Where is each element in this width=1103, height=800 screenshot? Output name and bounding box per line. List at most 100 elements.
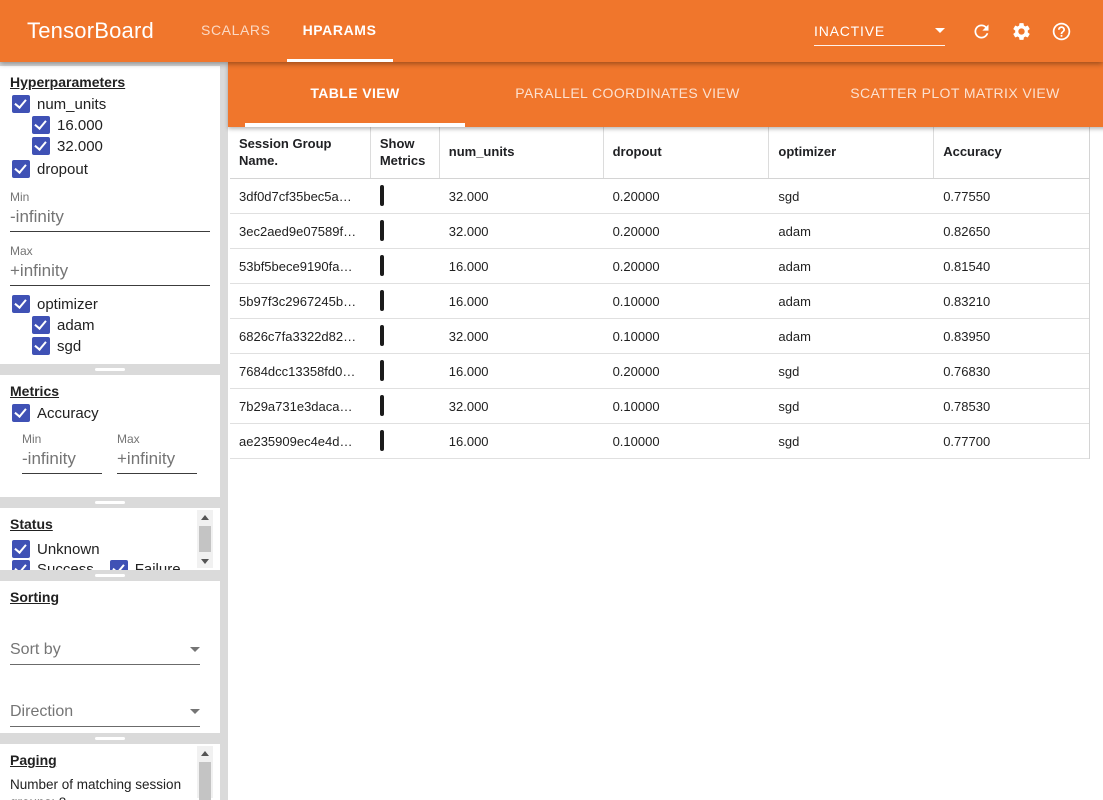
settings-button[interactable] bbox=[1001, 11, 1041, 51]
col-session-group-name[interactable]: Session Group Name. bbox=[230, 127, 371, 178]
col-accuracy[interactable]: Accuracy bbox=[934, 127, 1089, 178]
table-row: 3ec2aed9e07589f… 32.000 0.20000 adam 0.8… bbox=[230, 214, 1089, 249]
scroll-up-icon[interactable] bbox=[197, 510, 213, 524]
col-num-units[interactable]: num_units bbox=[440, 127, 604, 178]
show-metrics-checkbox[interactable] bbox=[380, 395, 384, 416]
status-failure[interactable]: Failure bbox=[98, 560, 181, 570]
scrollbar-track[interactable] bbox=[197, 524, 213, 554]
help-button[interactable] bbox=[1041, 11, 1081, 51]
tab-hparams-label: HPARAMS bbox=[303, 22, 377, 38]
session-group-name: 53bf5bece9190fa… bbox=[230, 259, 371, 274]
option-32-label: 32.000 bbox=[57, 138, 103, 155]
accuracy-max-input[interactable] bbox=[117, 446, 197, 474]
paging-scrollbar[interactable] bbox=[197, 746, 213, 798]
tab-parallel-coordinates-view[interactable]: PARALLEL COORDINATES VIEW bbox=[465, 62, 790, 127]
drag-handle[interactable] bbox=[95, 574, 125, 577]
tab-scalars[interactable]: SCALARS bbox=[185, 0, 287, 62]
show-metrics-checkbox[interactable] bbox=[380, 255, 384, 276]
tab-hparams[interactable]: HPARAMS bbox=[287, 0, 393, 62]
dropout-max-input[interactable] bbox=[10, 258, 210, 286]
session-group-name: 7684dcc13358fd0… bbox=[230, 364, 371, 379]
checkbox-16[interactable] bbox=[32, 116, 50, 134]
hparam-dropout[interactable]: dropout bbox=[0, 160, 220, 178]
accuracy-value: 0.76830 bbox=[934, 364, 1089, 379]
session-groups-table: Session Group Name. Show Metrics num_uni… bbox=[230, 127, 1090, 459]
optimizer-value: sgd bbox=[769, 364, 934, 379]
show-metrics-checkbox[interactable] bbox=[380, 325, 384, 346]
dropout-value: 0.10000 bbox=[604, 434, 770, 449]
hparam-optimizer[interactable]: optimizer bbox=[0, 295, 220, 313]
show-metrics-checkbox[interactable] bbox=[380, 360, 384, 381]
session-groups-table-area: Session Group Name. Show Metrics num_uni… bbox=[228, 127, 1103, 800]
show-metrics-checkbox[interactable] bbox=[380, 430, 384, 451]
checkbox-sgd[interactable] bbox=[32, 337, 50, 355]
status-success[interactable]: Success bbox=[0, 560, 94, 570]
drag-handle[interactable] bbox=[95, 368, 125, 371]
checkbox-dropout[interactable] bbox=[12, 160, 30, 178]
session-group-name: 7b29a731e3daca… bbox=[230, 399, 371, 414]
sgd-label: sgd bbox=[57, 338, 81, 355]
help-icon bbox=[1051, 21, 1072, 42]
refresh-button[interactable] bbox=[961, 11, 1001, 51]
accuracy-max-label: Max bbox=[117, 432, 197, 446]
checkbox-num-units[interactable] bbox=[12, 95, 30, 113]
checkbox-32[interactable] bbox=[32, 137, 50, 155]
num-units-value: 32.000 bbox=[440, 189, 604, 204]
tab-scatter-plot-matrix-view[interactable]: SCATTER PLOT MATRIX VIEW bbox=[790, 62, 1103, 127]
optimizer-option-adam[interactable]: adam bbox=[0, 316, 220, 334]
num-units-value: 16.000 bbox=[440, 259, 604, 274]
metrics-section: Metrics Accuracy Min Max bbox=[0, 375, 220, 497]
scrollbar-thumb[interactable] bbox=[199, 762, 211, 800]
scroll-up-icon[interactable] bbox=[197, 746, 213, 760]
dropout-label: dropout bbox=[37, 161, 88, 178]
hparam-num-units[interactable]: num_units bbox=[0, 95, 220, 113]
checkbox-accuracy[interactable] bbox=[12, 404, 30, 422]
parallel-coordinates-label: PARALLEL COORDINATES VIEW bbox=[515, 85, 739, 101]
optimizer-option-sgd[interactable]: sgd bbox=[0, 337, 220, 355]
dropout-min-label: Min bbox=[10, 190, 220, 204]
drag-handle[interactable] bbox=[95, 501, 125, 504]
status-title: Status bbox=[0, 508, 220, 532]
metric-accuracy[interactable]: Accuracy bbox=[0, 404, 220, 422]
dropout-value: 0.20000 bbox=[604, 189, 770, 204]
status-select[interactable]: INACTIVE bbox=[814, 16, 945, 46]
col-optimizer[interactable]: optimizer bbox=[769, 127, 934, 178]
status-unknown[interactable]: Unknown bbox=[0, 540, 100, 558]
checkbox-success[interactable] bbox=[12, 560, 30, 570]
direction-select[interactable]: Direction bbox=[10, 697, 200, 727]
dropout-min-input[interactable] bbox=[10, 204, 210, 232]
accuracy-min-input[interactable] bbox=[22, 446, 102, 474]
optimizer-value: sgd bbox=[769, 399, 934, 414]
chevron-down-icon bbox=[190, 647, 200, 652]
scrollbar-thumb[interactable] bbox=[199, 526, 211, 552]
col-dropout[interactable]: dropout bbox=[604, 127, 770, 178]
chevron-down-icon bbox=[190, 709, 200, 714]
show-metrics-checkbox[interactable] bbox=[380, 290, 384, 311]
sort-by-select[interactable]: Sort by bbox=[10, 635, 200, 665]
accuracy-value: 0.83950 bbox=[934, 329, 1089, 344]
show-metrics-checkbox[interactable] bbox=[380, 220, 384, 241]
drag-handle[interactable] bbox=[95, 737, 125, 740]
show-metrics-checkbox[interactable] bbox=[380, 185, 384, 206]
table-row: ae235909ec4e4d… 16.000 0.10000 sgd 0.777… bbox=[230, 424, 1089, 459]
num-units-value: 32.000 bbox=[440, 329, 604, 344]
col-show-metrics[interactable]: Show Metrics bbox=[371, 127, 440, 178]
tab-table-view[interactable]: TABLE VIEW bbox=[245, 62, 465, 127]
checkbox-failure[interactable] bbox=[110, 560, 128, 570]
status-scrollbar[interactable] bbox=[197, 510, 213, 568]
accuracy-value: 0.77550 bbox=[934, 189, 1089, 204]
checkbox-adam[interactable] bbox=[32, 316, 50, 334]
optimizer-label: optimizer bbox=[37, 296, 98, 313]
checkbox-unknown[interactable] bbox=[12, 540, 30, 558]
num-units-option-32[interactable]: 32.000 bbox=[0, 137, 220, 155]
accuracy-range-fields: Min Max bbox=[22, 432, 220, 474]
scatter-plot-matrix-label: SCATTER PLOT MATRIX VIEW bbox=[850, 85, 1060, 101]
session-group-name: ae235909ec4e4d… bbox=[230, 434, 371, 449]
checkbox-optimizer[interactable] bbox=[12, 295, 30, 313]
plugin-tabs: SCALARS HPARAMS bbox=[185, 0, 393, 62]
success-label: Success bbox=[37, 561, 94, 571]
scroll-down-icon[interactable] bbox=[197, 554, 213, 568]
num-units-option-16[interactable]: 16.000 bbox=[0, 116, 220, 134]
refresh-icon bbox=[971, 21, 992, 42]
scrollbar-track[interactable] bbox=[197, 760, 213, 798]
